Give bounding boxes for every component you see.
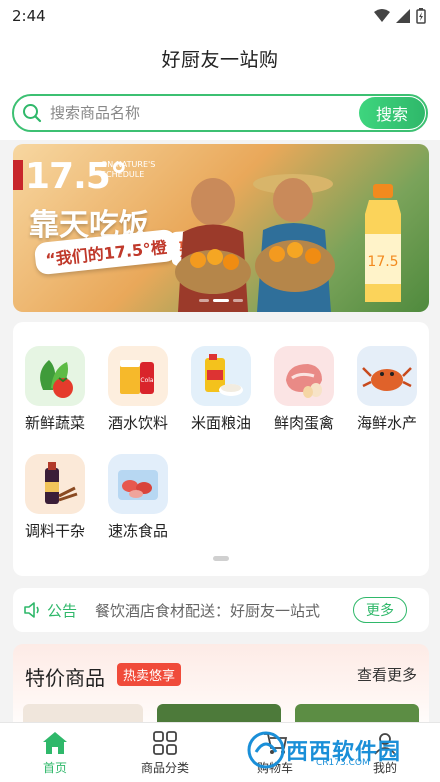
svg-text:17.5: 17.5 [367,254,398,270]
banner-farmers-image [175,174,335,312]
drinks-icon: Cola [108,346,168,406]
specials-more-link[interactable]: 查看更多 [357,664,417,685]
category-grid-icon [153,730,177,755]
category-grain-oil[interactable]: 米面粮油 [185,346,257,433]
frozen-food-icon [108,454,168,514]
svg-text:Cola: Cola [140,377,154,384]
category-page-indicator [213,556,229,561]
watermark-sub: CR173.COM [316,758,370,768]
wifi-icon [374,9,390,22]
tab-label: 商品分类 [140,760,189,775]
notice-text: 餐饮酒店食材配送：好厨友一站式 [95,601,321,620]
banner-pagination [199,299,243,302]
category-label: 调料干杂 [24,522,85,540]
category-seafood[interactable]: 海鲜水产 [351,346,423,433]
battery-icon [416,8,426,24]
banner-juice-bottle: 17.5 [365,184,401,302]
category-label: 鲜肉蛋禽 [273,414,334,432]
vegetables-icon [25,346,85,406]
status-time: 2:44 [12,7,46,25]
search-bar-area: 搜索 [0,84,440,140]
category-grid: 新鲜蔬菜 Cola 酒水饮料 米面粮油 鲜肉蛋禽 海鲜水产 调料干杂 速冻食品 [13,322,429,576]
search-input[interactable] [50,98,359,128]
search-button[interactable]: 搜索 [359,97,425,129]
category-drinks[interactable]: Cola 酒水饮料 [102,346,174,433]
status-icons [374,8,426,24]
category-label: 新鲜蔬菜 [24,414,85,432]
category-label: 速冻食品 [107,522,168,540]
category-frozen-food[interactable]: 速冻食品 [102,454,174,541]
notice-label: 公告 [47,601,78,620]
notice-more-button[interactable]: 更多 [353,597,408,623]
notice-bar[interactable]: 公告 餐饮酒店食材配送：好厨友一站式 更多 [13,588,429,632]
banner-brand-tag [13,160,23,190]
specials-hot-tag: 热卖悠享 [117,663,182,686]
search-box[interactable]: 搜索 [12,94,428,132]
status-bar: 2:44 [0,0,440,32]
seasoning-icon [25,454,85,514]
banner-dot [199,299,209,302]
watermark-logo: 西西软件园 CR173.COM [246,728,422,772]
promo-banner[interactable]: 17.5° ON NATURE'S SCHEDULE 靠天吃饭 “我们的17.5… [13,144,429,312]
category-label: 酒水饮料 [107,414,168,432]
tab-category[interactable]: 商品分类 [110,723,220,782]
meat-eggs-icon [274,346,334,406]
specials-section: 特价商品 热卖悠享 查看更多 [13,644,429,734]
specials-title: 特价商品 [25,666,105,690]
search-icon [22,102,44,124]
home-icon [43,731,67,754]
banner-dot [233,299,243,302]
tab-label: 首页 [42,760,67,775]
page-title: 好厨友一站购 [161,48,279,71]
category-meat-eggs[interactable]: 鲜肉蛋禽 [268,346,340,433]
speaker-icon [24,602,39,618]
app-header: 好厨友一站购 [0,32,440,84]
category-label: 米面粮油 [190,414,251,432]
signal-icon [396,9,410,23]
category-seasoning[interactable]: 调料干杂 [19,454,91,541]
category-label: 海鲜水产 [356,414,417,432]
tab-home[interactable]: 首页 [0,723,110,782]
category-vegetables[interactable]: 新鲜蔬菜 [19,346,91,433]
grain-oil-icon [191,346,251,406]
banner-dot-active [213,299,229,302]
watermark-icon [247,731,285,769]
seafood-icon [357,346,417,406]
